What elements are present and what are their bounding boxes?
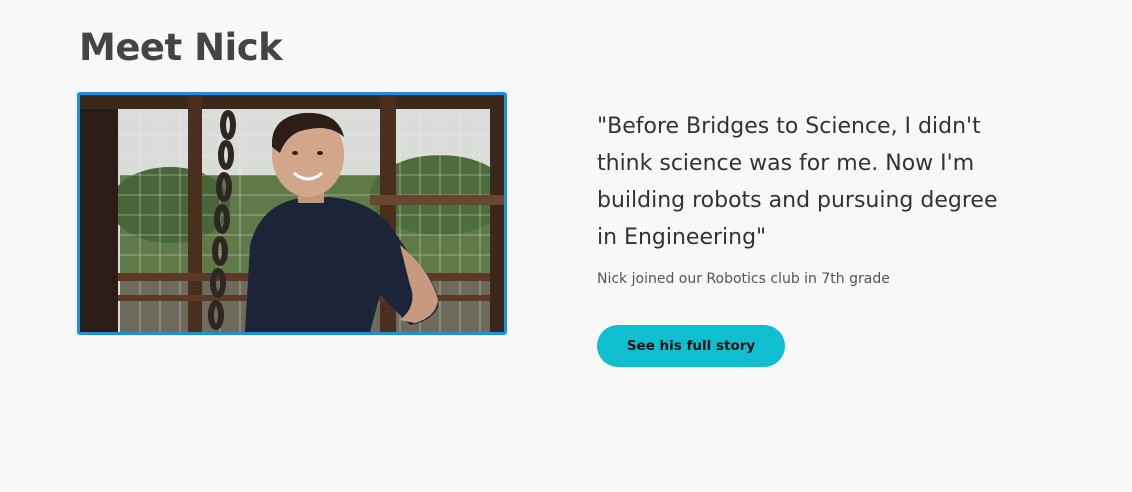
profile-photo[interactable] — [77, 92, 507, 335]
testimonial-caption: Nick joined our Robotics club in 7th gra… — [597, 271, 890, 287]
page-title: Meet Nick — [79, 26, 283, 69]
profile-photo-image — [80, 95, 504, 332]
see-full-story-button[interactable]: See his full story — [597, 325, 785, 367]
testimonial-quote: "Before Bridges to Science, I didn't thi… — [597, 114, 998, 250]
